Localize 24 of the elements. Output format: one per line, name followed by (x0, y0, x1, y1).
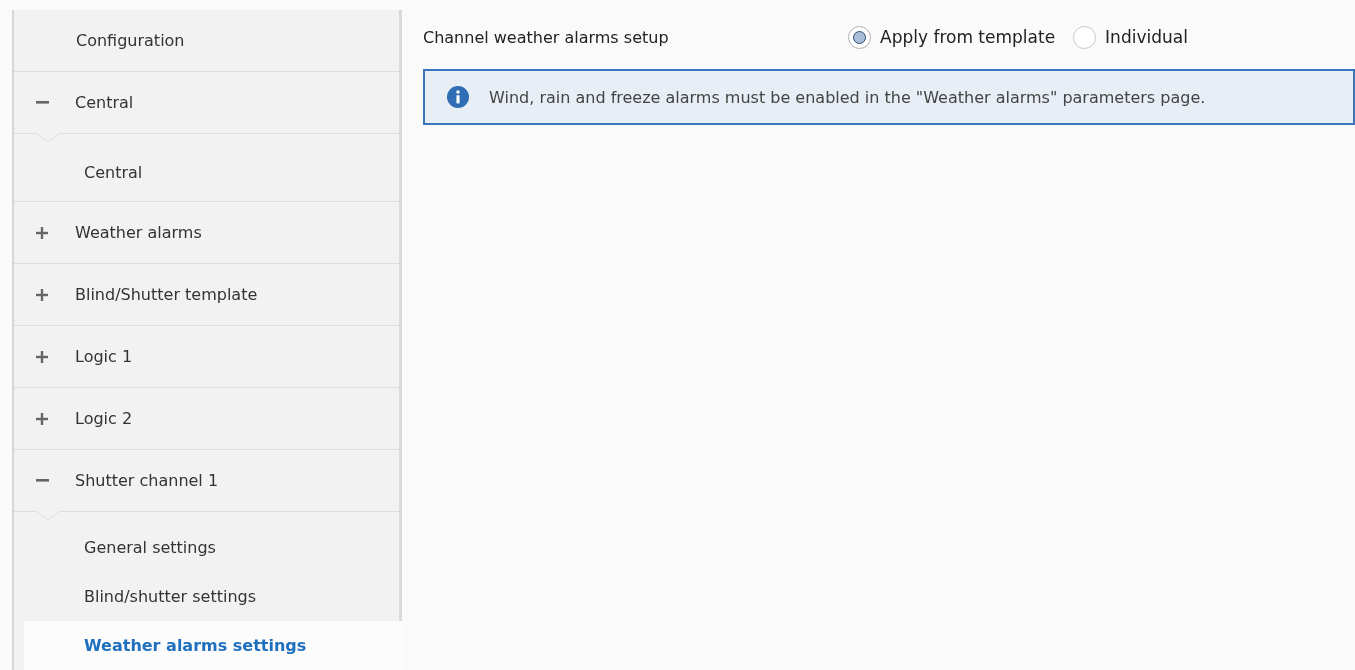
sidebar-subitem[interactable]: Blind/shutter settings (14, 572, 399, 621)
radio-button[interactable] (1073, 25, 1097, 49)
sidebar-group[interactable]: Blind/Shutter template (14, 264, 399, 326)
sidebar-group[interactable]: Logic 2 (14, 388, 399, 450)
radio-button[interactable] (848, 25, 871, 49)
plus-icon (36, 288, 48, 301)
radio-option[interactable]: Individual (1073, 25, 1188, 49)
plus-icon (36, 412, 48, 425)
sidebar-item[interactable]: Configuration (14, 10, 399, 72)
plus-icon (36, 350, 48, 363)
sidebar-group[interactable]: Shutter channel 1 (14, 450, 399, 512)
setting-label: Channel weather alarms setup (423, 27, 670, 47)
sidebar-subitem[interactable]: General settings (14, 512, 399, 572)
minus-icon (35, 479, 49, 482)
sidebar-group[interactable]: Logic 1 (14, 326, 399, 388)
info-text: Wind, rain and freeze alarms must be enabled in the "Weather alarms" parameters page. (489, 87, 1206, 107)
info-icon (447, 86, 469, 108)
sidebar-group[interactable]: Central (14, 72, 399, 134)
minus-icon (35, 101, 49, 104)
sidebar-group[interactable]: Weather alarms (14, 202, 399, 264)
sidebar-subitem[interactable]: Central (14, 134, 399, 201)
radio-option[interactable]: Apply from template (848, 25, 1056, 49)
sidebar-subitem[interactable]: Weather alarms settings (24, 621, 402, 670)
plus-icon (36, 226, 48, 239)
